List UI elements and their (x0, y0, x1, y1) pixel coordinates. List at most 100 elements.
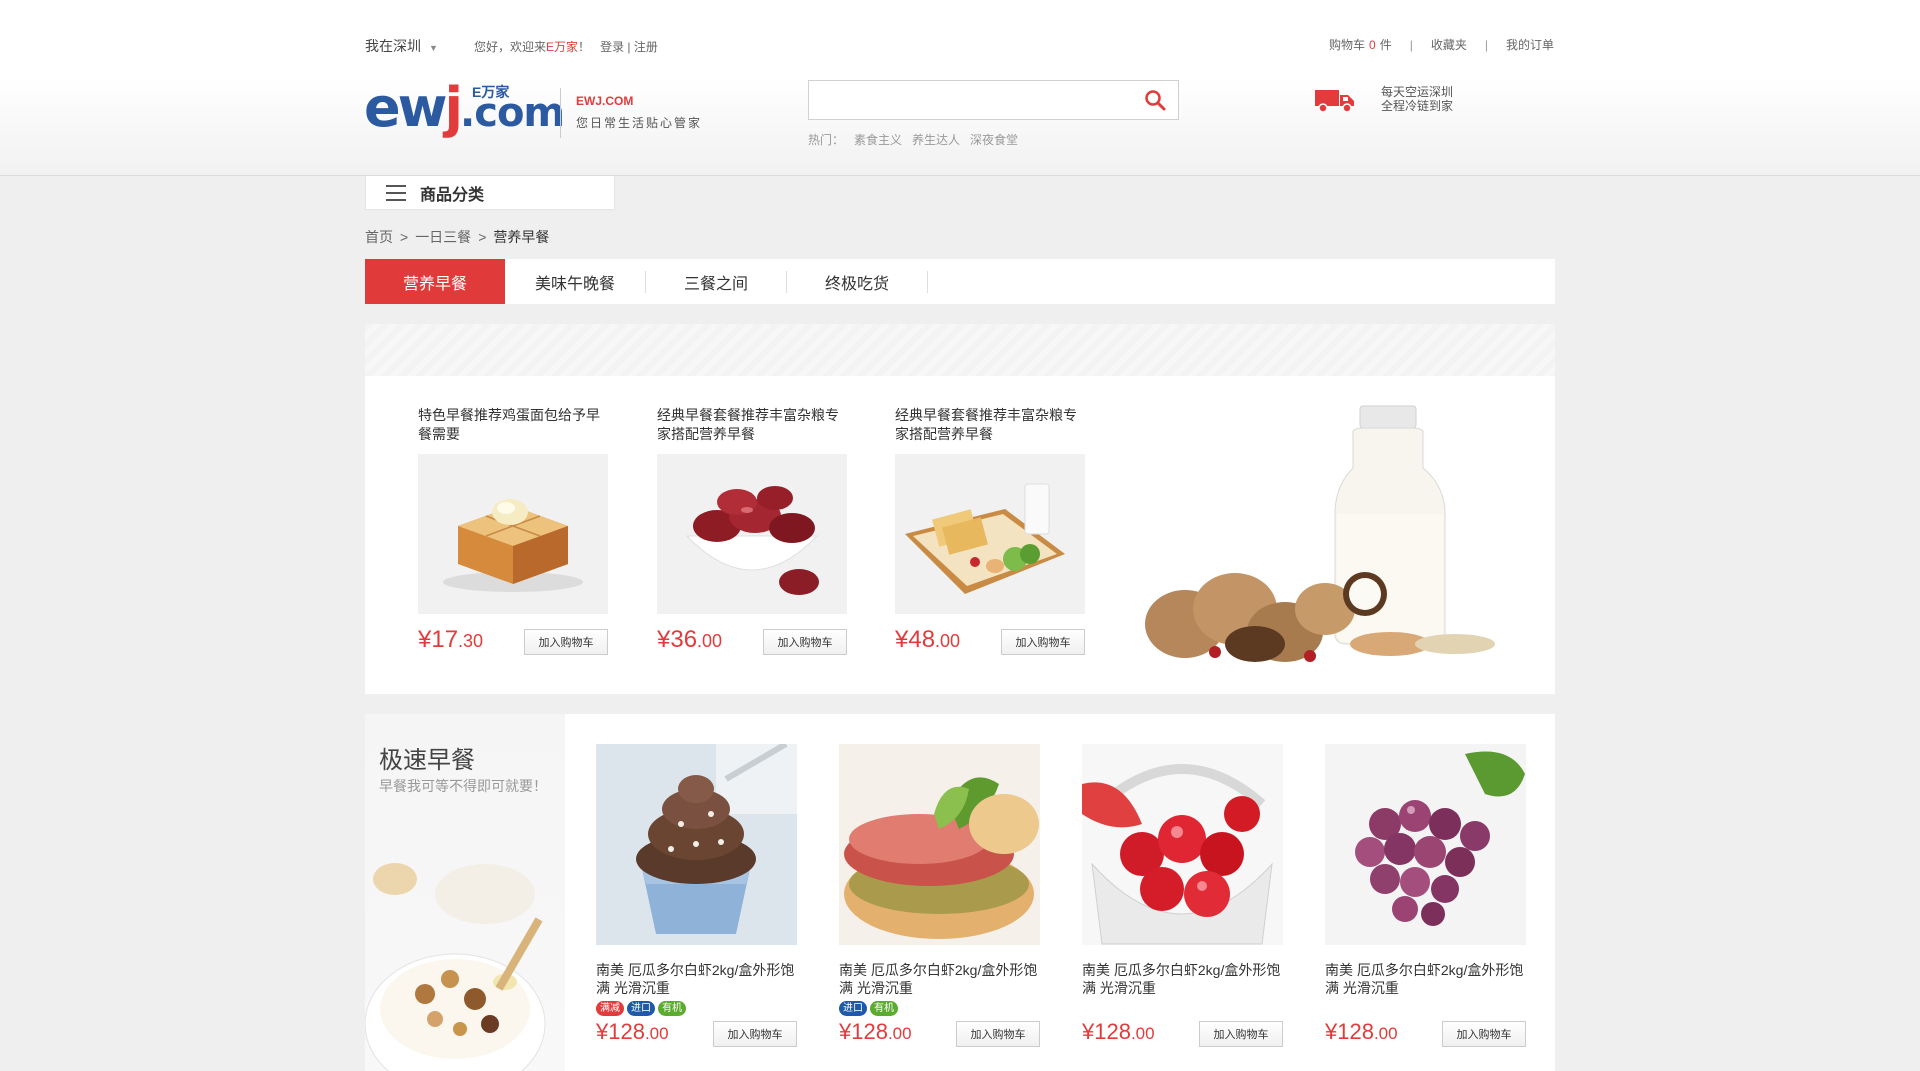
delivery-promo: 每天空运深圳 全程冷链到家 (1381, 85, 1453, 113)
hot-item[interactable]: 深夜食堂 (970, 133, 1018, 147)
tab-foodie[interactable]: 终极吃货 (787, 259, 927, 304)
add-to-cart-button[interactable]: 加入购物车 (713, 1021, 797, 1047)
product-title[interactable]: 南美 厄瓜多尔白虾2kg/盒外形饱满 光滑沉重 (1325, 961, 1526, 997)
logo-wordmark: ewj.com (364, 80, 565, 141)
caret-down-icon: ▼ (429, 43, 438, 53)
product-image-cupcake[interactable] (596, 744, 797, 945)
product-title[interactable]: 南美 厄瓜多尔白虾2kg/盒外形饱满 光滑沉重 (1082, 961, 1283, 997)
product-card[interactable]: 经典早餐套餐推荐丰富杂粮专家搭配营养早餐 ¥48.00 加入购物车 (895, 406, 1085, 655)
product-image-cherries[interactable] (1082, 744, 1283, 945)
city-selector[interactable]: 我在深圳 ▼ (365, 36, 438, 56)
price-row: ¥128.00 加入购物车 (1082, 1019, 1283, 1047)
site-logo[interactable]: ewj.com E万家 EWJ.COM 您日常生活贴心管家 (364, 80, 704, 140)
product-tags (1082, 1001, 1283, 1017)
price-int: ¥48 (895, 626, 936, 653)
product-card[interactable]: 经典早餐套餐推荐丰富杂粮专家搭配营养早餐 ¥36.00 加入购物车 (657, 406, 847, 655)
top-right-links: 购物车 0 件 | 收藏夹 | 我的订单 (1329, 36, 1554, 53)
logo-slogan: 您日常生活贴心管家 (576, 116, 703, 130)
add-to-cart-button[interactable]: 加入购物车 (1199, 1021, 1283, 1047)
product-image-breakfast-set[interactable] (895, 454, 1085, 614)
product-price: ¥48.00 (895, 626, 960, 654)
hot-searches: 热门： 素食主义 养生达人 深夜食堂 (808, 131, 1018, 148)
product-card[interactable]: 特色早餐推荐鸡蛋面包给予早餐需要 ¥17.30 加入购物车 (418, 406, 608, 655)
category-menu-button[interactable]: 商品分类 (365, 176, 615, 210)
price-int: ¥17 (418, 626, 459, 653)
add-to-cart-button[interactable]: 加入购物车 (956, 1021, 1040, 1047)
product-card[interactable]: 南美 厄瓜多尔白虾2kg/盒外形饱满 光滑沉重 ¥128.00 加入购物车 (1325, 744, 1526, 1047)
tag-discount: 满减 (596, 1001, 624, 1016)
search-input[interactable] (809, 81, 1129, 119)
breadcrumb-sep: > (478, 229, 487, 245)
cart-link[interactable]: 购物车 0 件 (1329, 36, 1392, 53)
tab-nutritious-breakfast[interactable]: 营养早餐 (365, 259, 505, 304)
price-int: ¥36 (657, 626, 698, 653)
login-link[interactable]: 登录 (600, 40, 624, 54)
price-dec: .00 (1373, 1024, 1398, 1043)
logo-letter-w: w (397, 76, 448, 139)
price-dec: .00 (1130, 1024, 1155, 1043)
price-int: ¥128 (839, 1019, 888, 1044)
cart-count: 0 (1369, 38, 1376, 52)
product-image-sandwich[interactable] (839, 744, 1040, 945)
product-title[interactable]: 南美 厄瓜多尔白虾2kg/盒外形饱满 光滑沉重 (596, 961, 797, 997)
milk-nuts-banner-image (1125, 394, 1535, 674)
breadcrumb-home[interactable]: 首页 (365, 229, 393, 245)
price-dec: .00 (887, 1024, 912, 1043)
tag-imported: 进口 (627, 1001, 655, 1016)
section-title: 极速早餐 (379, 747, 475, 774)
price-row: ¥128.00 加入购物车 (839, 1019, 1040, 1047)
site-header: 我在深圳 ▼ 您好，欢迎来E万家！ 登录 | 注册 购物车 0 件 | 收藏夹 | 我… (0, 0, 1920, 176)
divider: | (1409, 37, 1413, 52)
price-dec: .30 (458, 631, 484, 651)
price-int: ¥128 (596, 1019, 645, 1044)
product-title[interactable]: 经典早餐套餐推荐丰富杂粮专家搭配营养早餐 (895, 406, 1085, 444)
add-to-cart-button[interactable]: 加入购物车 (1001, 629, 1085, 655)
breadcrumb-item[interactable]: 一日三餐 (415, 229, 471, 245)
tab-snacks[interactable]: 三餐之间 (646, 259, 786, 304)
product-price: ¥128.00 (839, 1019, 912, 1045)
hot-item[interactable]: 养生达人 (912, 133, 960, 147)
welcome-suffix: ！ (578, 40, 591, 54)
tab-divider (927, 271, 928, 293)
section-subtitle: 早餐我可等不得即可就要！ (379, 778, 547, 794)
truck-icon (1315, 88, 1355, 114)
add-to-cart-button[interactable]: 加入购物车 (524, 629, 608, 655)
login-sep: | (627, 40, 631, 54)
price-dec: .00 (644, 1024, 669, 1043)
tag-organic: 有机 (658, 1001, 686, 1016)
tag-imported: 进口 (839, 1001, 867, 1016)
product-image-dates[interactable] (657, 454, 847, 614)
product-title[interactable]: 南美 厄瓜多尔白虾2kg/盒外形饱满 光滑沉重 (839, 961, 1040, 997)
price-int: ¥128 (1325, 1019, 1374, 1044)
section-side-banner: 极速早餐 早餐我可等不得即可就要！ (365, 714, 565, 1071)
category-label: 商品分类 (420, 186, 485, 204)
register-link[interactable]: 注册 (634, 40, 658, 54)
category-tabs: 营养早餐 美味午晚餐 三餐之间 终极吃货 (365, 259, 1555, 304)
product-price: ¥128.00 (1082, 1019, 1155, 1045)
add-to-cart-button[interactable]: 加入购物车 (1442, 1021, 1526, 1047)
divider: | (1484, 37, 1488, 52)
favorites-link[interactable]: 收藏夹 (1431, 36, 1467, 53)
product-card[interactable]: 南美 厄瓜多尔白虾2kg/盒外形饱满 光滑沉重 ¥128.00 加入购物车 (1082, 744, 1283, 1047)
delivery-line2: 全程冷链到家 (1381, 99, 1454, 113)
logo-letter-e: e (364, 76, 401, 139)
add-to-cart-button[interactable]: 加入购物车 (763, 629, 847, 655)
hot-item[interactable]: 素食主义 (854, 133, 902, 147)
search-icon[interactable] (1144, 89, 1168, 111)
product-tags: 进口 有机 (839, 1001, 1040, 1017)
product-card[interactable]: 南美 厄瓜多尔白虾2kg/盒外形饱满 光滑沉重 进口 有机 ¥128.00 加入… (839, 744, 1040, 1047)
welcome-brand: E万家 (546, 40, 579, 54)
breadcrumb: 首页 > 一日三餐 > 营养早餐 (365, 227, 549, 247)
city-label: 我在深圳 (365, 38, 421, 54)
price-dec: .00 (697, 631, 723, 651)
product-title[interactable]: 经典早餐套餐推荐丰富杂粮专家搭配营养早餐 (657, 406, 847, 444)
cart-label: 购物车 (1329, 38, 1366, 52)
product-price: ¥128.00 (596, 1019, 669, 1045)
product-card[interactable]: 南美 厄瓜多尔白虾2kg/盒外形饱满 光滑沉重 满减 进口 有机 ¥128.00… (596, 744, 797, 1047)
tab-lunch-dinner[interactable]: 美味午晚餐 (505, 259, 645, 304)
hot-label: 热门： (808, 133, 845, 147)
orders-link[interactable]: 我的订单 (1506, 36, 1554, 53)
product-image-toast[interactable] (418, 454, 608, 614)
product-image-grapes[interactable] (1325, 744, 1526, 945)
product-title[interactable]: 特色早餐推荐鸡蛋面包给予早餐需要 (418, 406, 608, 444)
